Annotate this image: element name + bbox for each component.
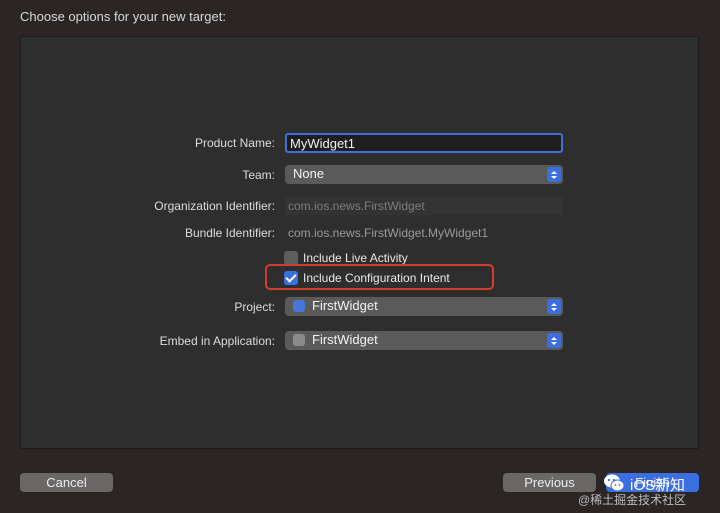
live-activity-label: Include Live Activity: [303, 251, 408, 265]
options-panel: [20, 36, 699, 449]
project-popup[interactable]: FirstWidget: [285, 297, 563, 316]
org-identifier-field[interactable]: com.ios.news.FirstWidget: [285, 197, 563, 215]
product-name-label: Product Name:: [194, 136, 275, 150]
project-value: FirstWidget: [312, 298, 378, 313]
project-label: Project:: [234, 300, 275, 314]
project-icon: [293, 300, 305, 312]
org-identifier-label: Organization Identifier:: [154, 199, 275, 213]
dialog-title: Choose options for your new target:: [20, 9, 226, 24]
bundle-identifier-value: com.ios.news.FirstWidget.MyWidget1: [288, 226, 489, 240]
chevron-updown-icon: [547, 333, 561, 348]
chevron-updown-icon: [547, 299, 561, 314]
team-value: None: [293, 166, 325, 181]
bundle-identifier-label: Bundle Identifier:: [184, 226, 275, 240]
embed-label: Embed in Application:: [159, 334, 275, 348]
embed-value: FirstWidget: [312, 332, 378, 347]
live-activity-checkbox[interactable]: [284, 251, 298, 265]
team-label: Team:: [242, 168, 275, 182]
team-popup[interactable]: None: [285, 165, 563, 184]
cancel-button[interactable]: Cancel: [20, 473, 113, 492]
previous-button[interactable]: Previous: [503, 473, 596, 492]
config-intent-label: Include Configuration Intent: [303, 271, 450, 285]
chevron-updown-icon: [547, 167, 561, 182]
app-icon: [293, 334, 305, 346]
product-name-input[interactable]: [285, 133, 563, 153]
watermark-source: @稀土掘金技术社区: [578, 493, 687, 507]
wechat-icon: [604, 474, 625, 492]
embed-popup[interactable]: FirstWidget: [285, 331, 563, 350]
config-intent-checkbox[interactable]: [284, 271, 298, 285]
